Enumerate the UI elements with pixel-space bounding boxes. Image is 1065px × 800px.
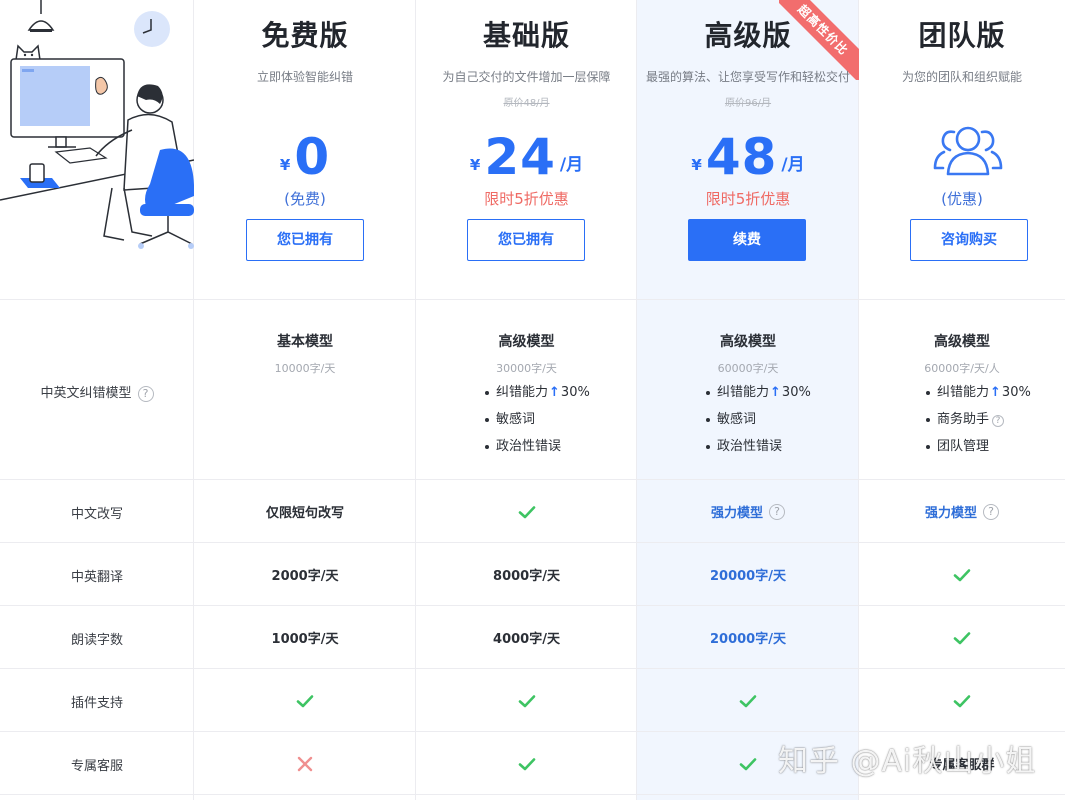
- check-icon: [295, 691, 315, 711]
- model-cell-free: 基本模型 10000字/天: [194, 0, 416, 480]
- cell-read-3: [859, 606, 1065, 669]
- cell-value: 4000字/天: [493, 632, 560, 647]
- arrow-up-icon: ↑: [990, 385, 1001, 400]
- feature-item: 纠错能力↑30%: [485, 384, 590, 411]
- feature-text: 纠错能力: [937, 385, 990, 400]
- check-icon: [517, 502, 537, 522]
- cell-translate-1: 8000字/天: [416, 543, 637, 606]
- model-cell-basic: 高级模型 30000字/天 纠错能力↑30% 敏感词 政治性错误: [416, 0, 637, 480]
- check-icon: [517, 754, 537, 774]
- cell-read-2: 20000字/天: [637, 606, 859, 669]
- feature-item: 政治性错误: [485, 438, 590, 465]
- cell-value: 强力模型: [924, 506, 977, 521]
- cell-plugin-2: [637, 669, 859, 732]
- model-title: 基本模型: [277, 334, 333, 350]
- cell-value: 8000字/天: [493, 569, 560, 584]
- check-icon: [738, 754, 758, 774]
- row-label-plugin: 插件支持: [70, 695, 123, 711]
- feature-item: 团队管理: [926, 438, 1031, 465]
- arrow-up-icon: ↑: [770, 385, 781, 400]
- row-label-correction-model: 中英文纠错模型?: [0, 382, 194, 402]
- feature-item: 敏感词: [706, 411, 811, 438]
- cell-service-1: [416, 732, 637, 795]
- watermark: 知乎 @Ai秋山小姐: [778, 744, 1037, 779]
- boost-value: 30%: [1001, 385, 1031, 400]
- check-icon: [738, 691, 758, 711]
- model-quota: 10000字/天: [274, 362, 336, 375]
- cell-read-0: 1000字/天: [194, 606, 416, 669]
- model-quota: 60000字/天: [717, 362, 779, 375]
- model-title: 高级模型: [498, 334, 555, 350]
- check-icon: [952, 565, 972, 585]
- help-icon[interactable]: ?: [992, 415, 1005, 427]
- cell-rewrite-2: 强力模型?: [637, 480, 859, 543]
- cell-value: 仅限短句改写: [265, 506, 344, 521]
- boost-value: 30%: [781, 385, 811, 400]
- row-label-translate: 中英翻译: [70, 569, 123, 585]
- cell-rewrite-1: [416, 480, 637, 543]
- check-icon: [952, 628, 972, 648]
- check-icon: [952, 691, 972, 711]
- feature-text: 商务助手: [937, 412, 990, 427]
- feature-item: 纠错能力↑30%: [706, 384, 811, 411]
- feature-item: 政治性错误: [706, 438, 811, 465]
- cell-rewrite-3: 强力模型?: [859, 480, 1065, 543]
- arrow-up-icon: ↑: [549, 385, 560, 400]
- workspace-illustration: [0, 0, 194, 249]
- cell-value: 1000字/天: [271, 632, 339, 647]
- cell-translate-3: [859, 543, 1065, 606]
- help-icon[interactable]: ?: [983, 503, 999, 520]
- cell-value: 2000字/天: [271, 569, 339, 584]
- feature-item: 商务助手?: [926, 411, 1031, 438]
- feature-item: 敏感词: [485, 411, 590, 438]
- model-cell-team: 高级模型 60000字/天/人 纠错能力↑30% 商务助手? 团队管理: [859, 0, 1065, 480]
- row-label-read: 朗读字数: [70, 632, 123, 648]
- row-label-service: 专属客服: [70, 758, 123, 774]
- cell-value: 20000字/天: [710, 569, 786, 584]
- pricing-page: 免费版 立即体验智能纠错 ¥0 (免费) 您已拥有 基础版 为自己交付的文件增加…: [0, 0, 1065, 800]
- cell-read-1: 4000字/天: [416, 606, 637, 669]
- feature-text: 纠错能力: [717, 385, 770, 400]
- model-cell-premium: 高级模型 60000字/天 纠错能力↑30% 敏感词 政治性错误: [637, 0, 859, 480]
- cross-icon: [296, 755, 314, 773]
- cell-translate-2: 20000字/天: [637, 543, 859, 606]
- model-title: 高级模型: [720, 334, 776, 350]
- help-icon[interactable]: ?: [137, 386, 154, 402]
- feature-list: 纠错能力↑30% 敏感词 政治性错误: [485, 384, 590, 465]
- cell-value: 强力模型: [710, 506, 763, 521]
- model-quota: 60000字/天/人: [924, 362, 1000, 375]
- model-quota: 30000字/天: [496, 362, 557, 375]
- check-icon: [517, 691, 537, 711]
- row-label-rewrite: 中文改写: [70, 506, 123, 522]
- cell-rewrite-0: 仅限短句改写: [194, 480, 416, 543]
- feature-item: 纠错能力↑30%: [926, 384, 1031, 411]
- model-title: 高级模型: [934, 334, 990, 350]
- boost-value: 30%: [560, 385, 590, 400]
- help-icon[interactable]: ?: [769, 503, 785, 520]
- cell-plugin-0: [194, 669, 416, 732]
- cell-plugin-3: [859, 669, 1065, 732]
- row-label-text: 中英文纠错模型: [40, 386, 132, 401]
- cell-translate-0: 2000字/天: [194, 543, 416, 606]
- cell-plugin-1: [416, 669, 637, 732]
- cell-value: 20000字/天: [710, 632, 786, 647]
- feature-list: 纠错能力↑30% 敏感词 政治性错误: [706, 384, 811, 465]
- cell-service-0: [194, 732, 416, 795]
- feature-list: 纠错能力↑30% 商务助手? 团队管理: [926, 384, 1031, 465]
- feature-text: 纠错能力: [496, 385, 549, 400]
